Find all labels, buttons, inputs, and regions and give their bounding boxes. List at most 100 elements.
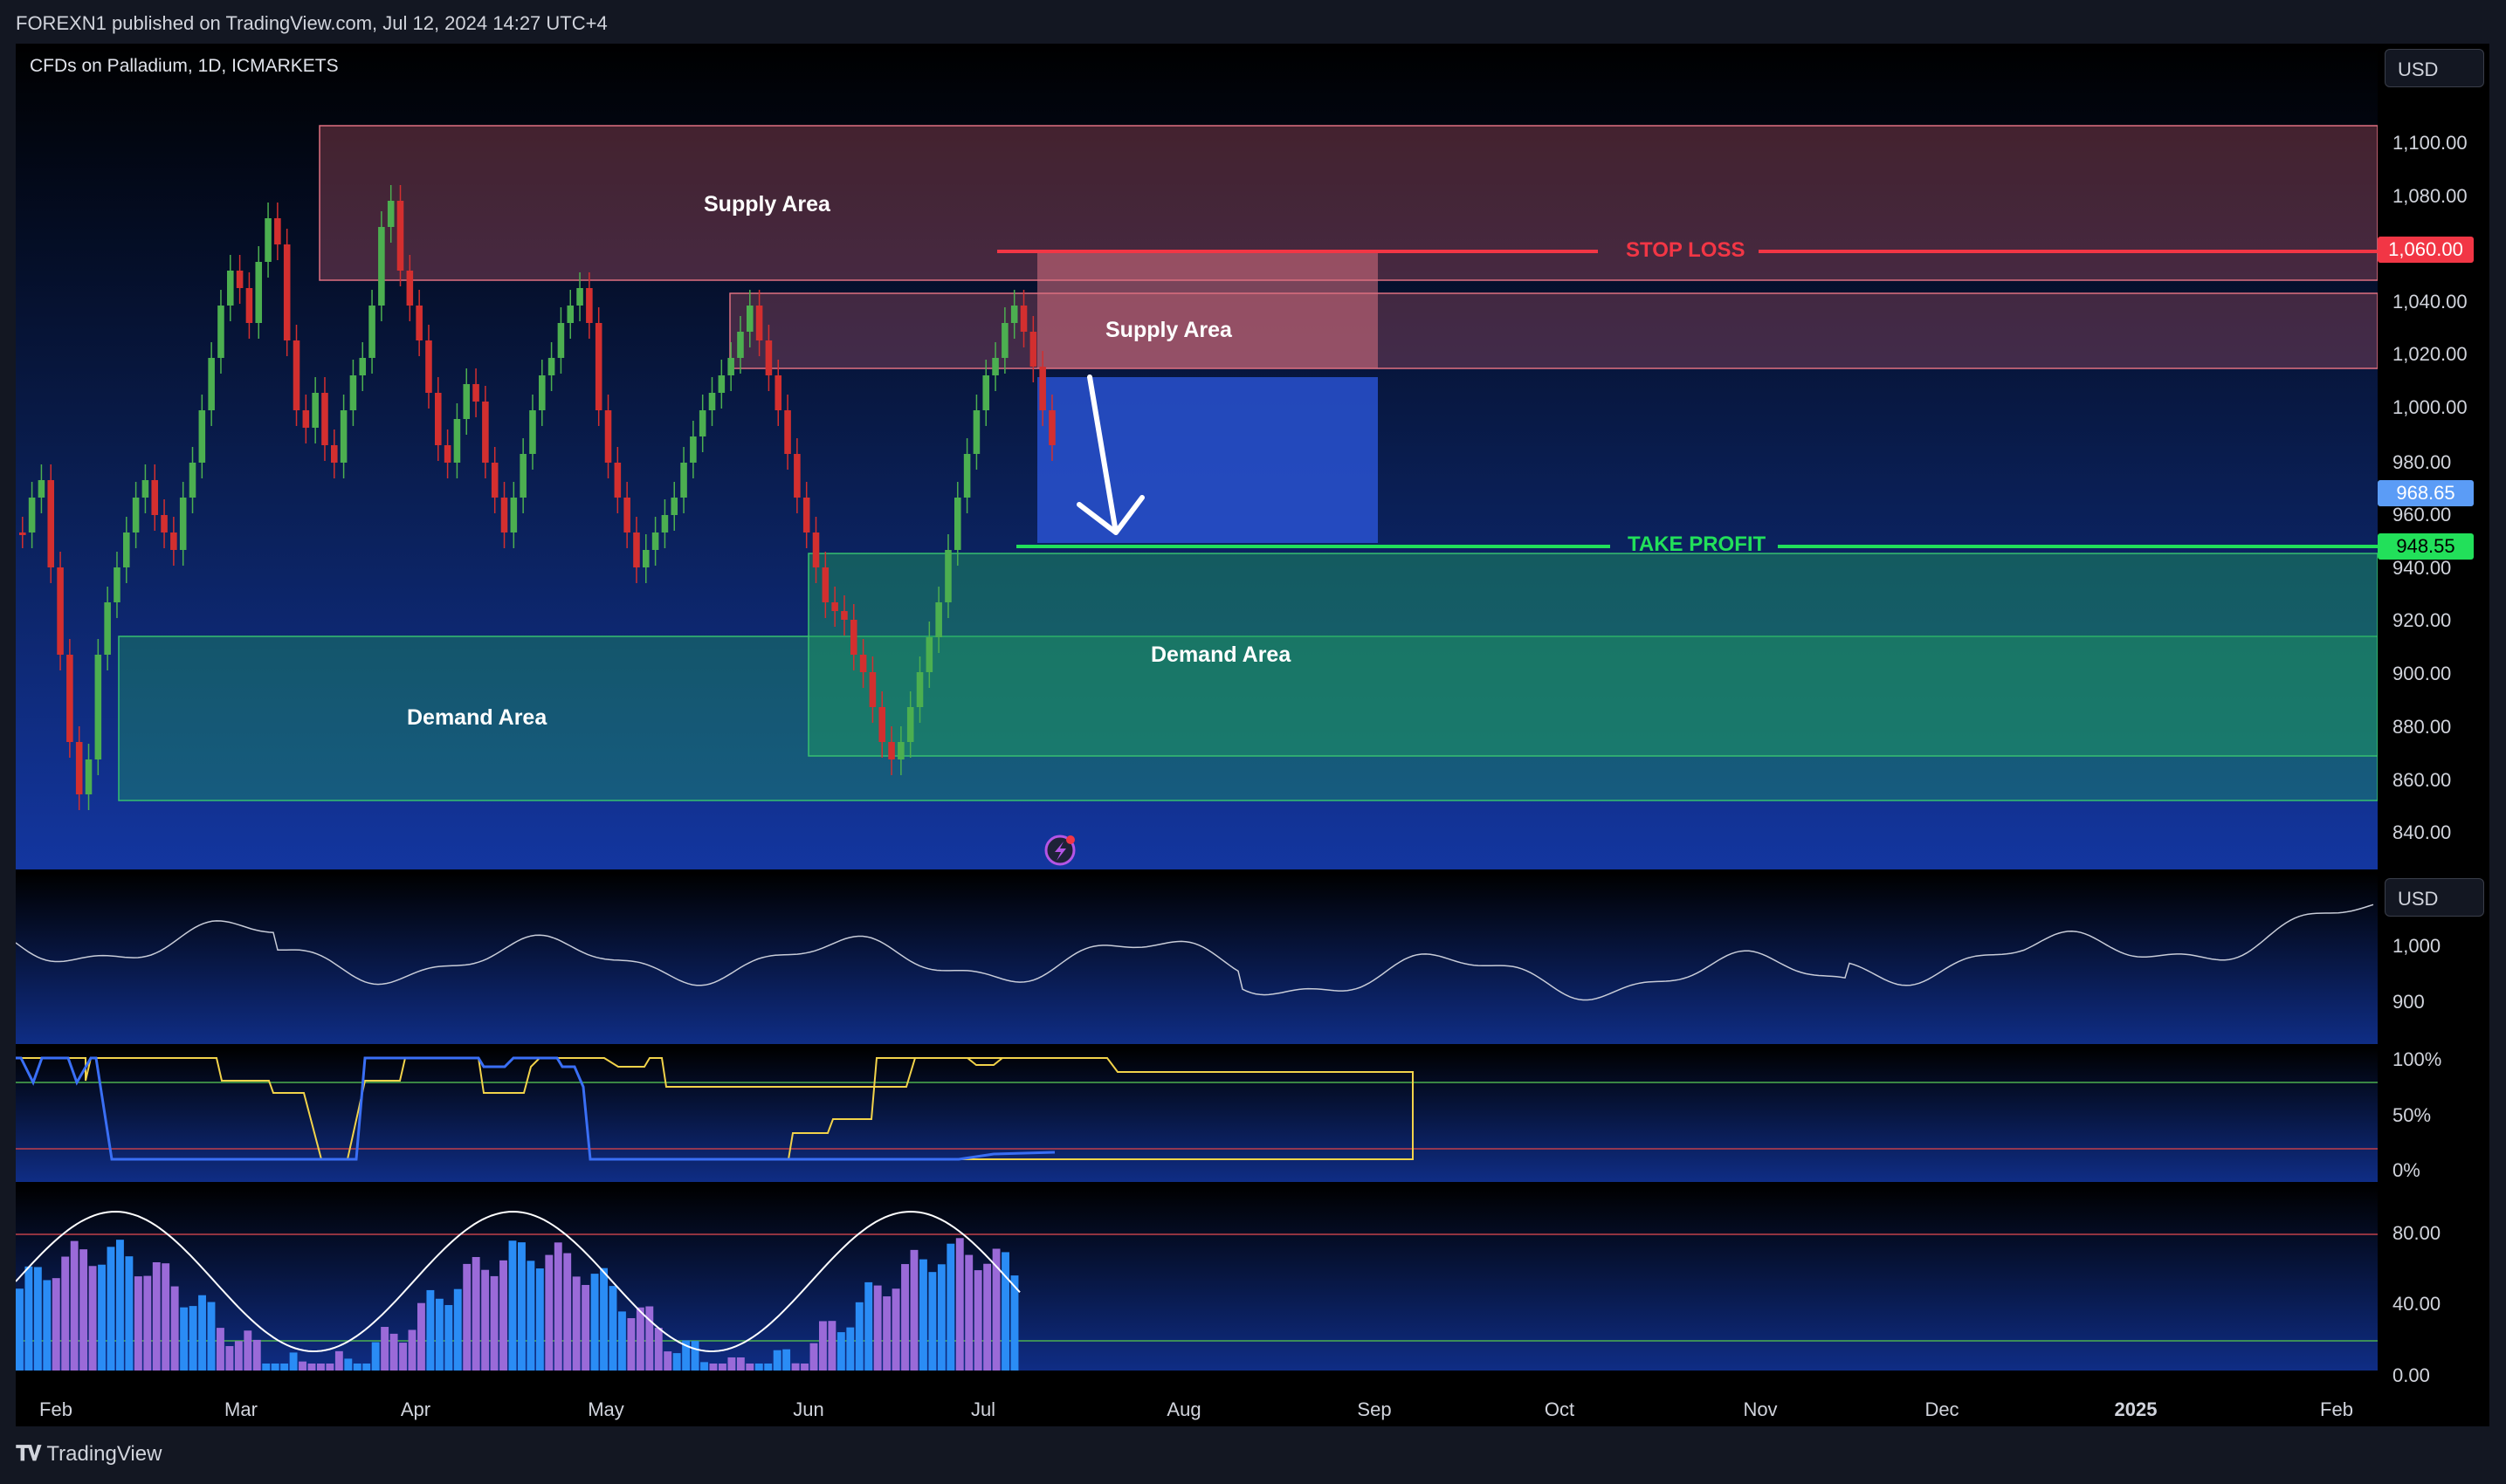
candle-body: [973, 410, 981, 454]
footer-bar: [0, 1426, 2506, 1484]
time-tick: Nov: [1743, 1398, 1778, 1420]
histogram-bar: [490, 1275, 499, 1371]
candle-body: [57, 567, 64, 655]
histogram-bar: [125, 1256, 134, 1371]
indicator-2-tick: 50%: [2392, 1104, 2432, 1126]
candle-body: [132, 498, 140, 532]
candle-body: [302, 410, 310, 428]
histogram-bar: [700, 1362, 708, 1371]
candle-body: [812, 532, 820, 567]
candle-body: [661, 515, 669, 532]
stop-loss-label: STOP LOSS: [1626, 238, 1745, 262]
candle-body: [444, 445, 451, 463]
histogram-bar: [836, 1332, 845, 1371]
candle-body: [727, 358, 734, 375]
candle-body: [595, 323, 602, 410]
publish-bar: FOREXN1 published on TradingView.com, Ju…: [0, 0, 2506, 44]
candle-body: [255, 262, 263, 323]
price-chart[interactable]: [16, 44, 2378, 869]
time-tick: Sep: [1357, 1398, 1392, 1420]
candle-body: [265, 218, 272, 262]
histogram-bar: [809, 1343, 818, 1371]
candle-body: [982, 375, 990, 410]
indicator-2-tick: 0%: [2392, 1159, 2420, 1181]
price-tick: 880.00: [2392, 716, 2452, 738]
candle-body: [312, 393, 319, 428]
indicator-1-chart: [16, 903, 2374, 1001]
histogram-bar: [719, 1364, 726, 1371]
stop-loss-price-badge: 1,060.00: [2378, 237, 2474, 263]
supply-zone-minor[interactable]: [729, 292, 2378, 369]
lightning-event-icon[interactable]: [1044, 835, 1076, 866]
candle-body: [208, 358, 215, 410]
candle-body: [47, 480, 55, 567]
price-tick: 1,040.00: [2392, 291, 2468, 313]
indicator-3-chart: [16, 1210, 2378, 1371]
price-tick: 860.00: [2392, 769, 2452, 791]
histogram-bar: [207, 1302, 216, 1371]
candle-body: [651, 532, 659, 550]
symbol-title[interactable]: CFDs on Palladium, 1D, ICMARKETS: [30, 56, 339, 77]
candle-body: [349, 375, 357, 410]
histogram: [16, 1238, 1019, 1371]
candle-body: [1002, 323, 1009, 358]
candle-body: [387, 201, 395, 227]
time-tick: Apr: [400, 1398, 431, 1420]
indicator-pane-3[interactable]: [16, 1185, 2378, 1371]
candle-body: [85, 759, 93, 794]
histogram-bar: [572, 1276, 581, 1371]
histogram-bar: [910, 1249, 919, 1371]
histogram-bar: [280, 1364, 289, 1371]
candle-body: [529, 410, 536, 454]
indicator-2-chart: [16, 1056, 2378, 1161]
indicator-pane-1[interactable]: [16, 873, 2378, 1044]
histogram-bar: [582, 1284, 590, 1371]
tradingview-logo[interactable]: 𝐓𝐕 TradingView: [16, 1442, 162, 1467]
indicator-2-tick: 100%: [2392, 1048, 2442, 1070]
candle-body: [274, 218, 281, 244]
current-price-badge: 968.65: [2378, 480, 2474, 506]
histogram-bar: [709, 1364, 718, 1371]
indicator-1-currency[interactable]: USD: [2385, 878, 2484, 917]
candle-body: [699, 410, 706, 436]
histogram-bar: [252, 1339, 261, 1371]
histogram-bar: [645, 1306, 654, 1371]
histogram-bar: [234, 1341, 243, 1371]
indicator-3-tick: 40.00: [2392, 1293, 2441, 1315]
candle-body: [802, 498, 810, 532]
candle-body: [94, 655, 102, 759]
indicator-pane-2[interactable]: [16, 1048, 2378, 1182]
candle-body: [463, 384, 471, 419]
histogram-bar: [381, 1327, 389, 1371]
risk-box[interactable]: [1037, 251, 1378, 368]
histogram-bar: [901, 1264, 909, 1371]
candle-body: [708, 393, 716, 410]
histogram-bar: [955, 1238, 964, 1371]
candle-body: [841, 611, 848, 620]
histogram-bar: [271, 1364, 279, 1371]
candle-body: [453, 419, 461, 463]
candle-body: [576, 288, 583, 306]
candle-body: [898, 742, 905, 759]
histogram-bar: [170, 1286, 179, 1371]
candle-body: [425, 340, 432, 393]
demand-zone-right[interactable]: [808, 553, 2378, 757]
yellow-line: [16, 1057, 1414, 1160]
candle-body: [784, 410, 791, 454]
price-pane[interactable]: Supply Area Supply Area Demand Area Dema…: [16, 44, 2378, 869]
candle-body: [293, 340, 300, 410]
histogram-bar: [801, 1364, 809, 1371]
currency-selector[interactable]: USD: [2385, 49, 2484, 87]
indicator-3-tick: 0.00: [2392, 1364, 2430, 1386]
candle-body: [331, 445, 338, 463]
histogram-bar: [399, 1343, 407, 1371]
candle-body: [75, 742, 83, 794]
take-profit-price-badge: 948.55: [2378, 533, 2474, 560]
histogram-bar: [554, 1242, 562, 1371]
reward-box[interactable]: [1037, 377, 1378, 543]
candle-body: [416, 306, 423, 340]
candle-body: [859, 655, 867, 672]
indicator-3-axis[interactable]: [2378, 1185, 2489, 1371]
histogram-bar: [654, 1328, 663, 1371]
candle-body: [643, 550, 650, 567]
